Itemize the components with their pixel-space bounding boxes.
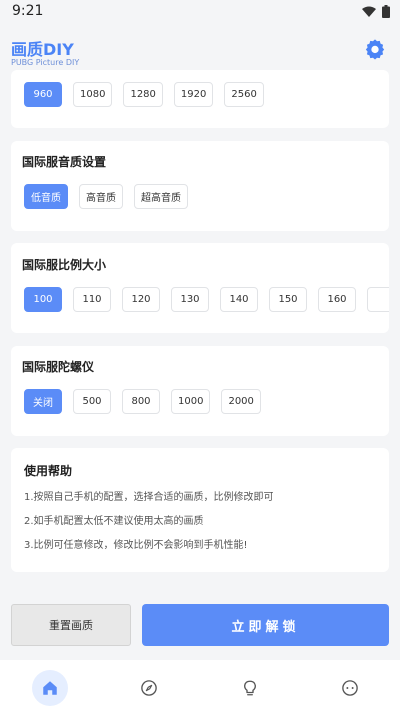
sound-option-ultra[interactable]: 超高音质	[134, 184, 188, 209]
nav-tips[interactable]	[232, 670, 268, 706]
resolution-option-1920[interactable]: 1920	[173, 82, 214, 107]
nav-explore[interactable]	[131, 670, 167, 706]
gyroscope-title: 国际服陀螺仪	[22, 360, 95, 374]
ratio-option-160[interactable]: 160	[318, 287, 356, 312]
resolution-card: 960 1080 1280 1920 2560	[11, 70, 389, 128]
nav-profile[interactable]	[332, 670, 368, 706]
status-time: 9:21	[12, 3, 44, 19]
sound-quality-card: 国际服音质设置 低音质 高音质 超高音质	[11, 141, 389, 231]
ratio-card: 国际服比例大小 100 110 120 130 140 150 160	[11, 243, 389, 333]
face-icon	[342, 680, 358, 696]
help-title: 使用帮助	[24, 464, 73, 478]
gyro-option-2000[interactable]: 2000	[221, 389, 261, 414]
ratio-option-120[interactable]: 120	[122, 287, 160, 312]
status-bar: 9:21	[0, 0, 400, 24]
resolution-option-1080[interactable]: 1080	[73, 82, 113, 107]
sound-quality-options: 低音质 高音质 超高音质	[24, 184, 188, 209]
gyro-option-off[interactable]: 关闭	[24, 389, 62, 414]
nav-home[interactable]	[32, 670, 68, 706]
ratio-option-100[interactable]: 100	[24, 287, 62, 312]
ratio-option-140[interactable]: 140	[220, 287, 258, 312]
sound-option-low[interactable]: 低音质	[24, 184, 68, 209]
ratio-option-overflow[interactable]	[367, 287, 389, 312]
app-bar: 画质DIY PUBG Picture DIY	[0, 30, 400, 74]
gyro-option-800[interactable]: 800	[122, 389, 160, 414]
gyro-option-500[interactable]: 500	[73, 389, 111, 414]
resolution-option-1280[interactable]: 1280	[123, 82, 163, 107]
gyro-option-1000[interactable]: 1000	[171, 389, 211, 414]
ratio-option-130[interactable]: 130	[171, 287, 209, 312]
app-subtitle: PUBG Picture DIY	[11, 58, 80, 67]
unlock-button[interactable]: 立即解锁	[142, 604, 389, 646]
resolution-option-960[interactable]: 960	[24, 82, 62, 107]
gear-icon[interactable]	[364, 38, 386, 60]
compass-icon	[141, 680, 157, 696]
gyroscope-card: 国际服陀螺仪 关闭 500 800 1000 2000	[11, 346, 389, 436]
home-icon	[43, 681, 57, 695]
help-card: 使用帮助 1.按照自己手机的配置，选择合适的画质，比例修改即可 2.如手机配置太…	[11, 448, 389, 572]
bulb-icon	[244, 680, 256, 696]
resolution-option-2560[interactable]: 2560	[224, 82, 264, 107]
ratio-option-150[interactable]: 150	[269, 287, 307, 312]
help-line-2: 2.如手机配置太低不建议使用太高的画质	[24, 516, 204, 527]
bottom-nav	[0, 660, 400, 710]
sound-option-high[interactable]: 高音质	[79, 184, 123, 209]
wifi-icon	[362, 6, 376, 17]
resolution-options: 960 1080 1280 1920 2560	[24, 82, 264, 107]
ratio-title: 国际服比例大小	[22, 258, 107, 272]
ratio-options: 100 110 120 130 140 150 160	[24, 287, 389, 312]
help-line-1: 1.按照自己手机的配置，选择合适的画质，比例修改即可	[24, 492, 274, 503]
status-icons	[362, 5, 390, 18]
sound-quality-title: 国际服音质设置	[22, 155, 107, 169]
gyroscope-options: 关闭 500 800 1000 2000	[24, 389, 261, 414]
ratio-option-110[interactable]: 110	[73, 287, 111, 312]
reset-quality-button[interactable]: 重置画质	[11, 604, 131, 646]
help-line-3: 3.比例可任意修改，修改比例不会影响到手机性能!	[24, 540, 248, 551]
battery-icon	[382, 5, 390, 18]
app-title: 画质DIY	[11, 40, 74, 59]
